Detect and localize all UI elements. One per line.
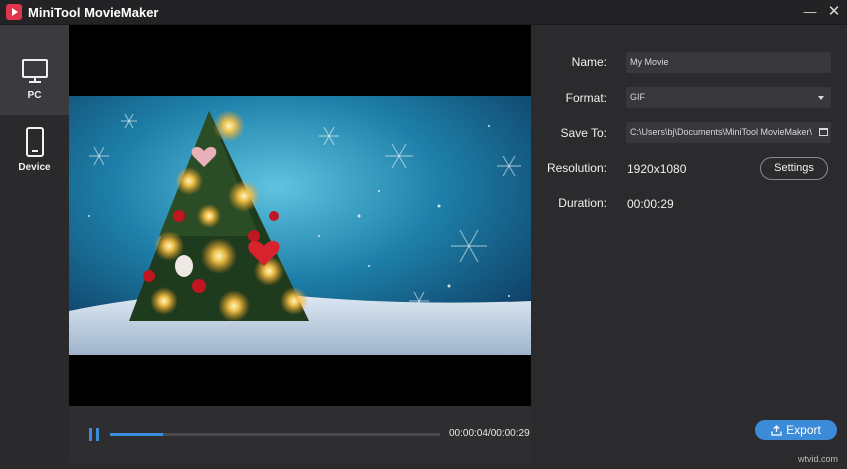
chevron-down-icon [818,96,824,100]
sidebar-item-device[interactable]: Device [0,115,69,205]
export-button-label: Export [786,423,821,437]
video-frame [69,96,531,355]
close-button[interactable]: ✕ [825,3,843,21]
resolution-label: Resolution: [546,161,607,175]
progress-slider[interactable] [110,433,440,436]
phone-icon [25,127,44,157]
export-button[interactable]: Export [755,420,837,440]
christmas-tree-image [69,96,531,355]
format-dropdown-value: GIF [630,92,645,102]
duration-value: 00:00:29 [627,197,674,211]
app-logo-icon [6,4,22,20]
minimize-button[interactable]: — [801,3,819,21]
duration-label: Duration: [558,196,607,210]
app-title: MiniTool MovieMaker [28,5,159,20]
pause-bar [89,428,92,441]
sidebar: PC Device [0,25,69,469]
name-input[interactable]: My Movie [626,52,831,73]
pause-bar [96,428,99,441]
save-to-path: C:\Users\bj\Documents\MiniTool MovieMake… [630,127,813,137]
save-to-field[interactable]: C:\Users\bj\Documents\MiniTool MovieMake… [626,122,831,143]
format-dropdown[interactable]: GIF [626,87,831,108]
watermark: wtvid.com [798,454,839,464]
video-preview[interactable] [69,25,531,406]
upload-icon [771,425,782,436]
export-settings-panel: Name: My Movie Format: GIF Save To: C:\U… [531,25,847,469]
name-input-value: My Movie [630,57,669,67]
settings-button[interactable]: Settings [760,157,828,180]
monitor-icon [21,59,48,83]
format-label: Format: [565,91,607,105]
title-bar: MiniTool MovieMaker — ✕ [0,0,847,25]
pause-button[interactable] [89,428,101,441]
name-label: Name: [571,55,607,69]
sidebar-item-label: PC [27,90,42,101]
sidebar-item-label: Device [18,162,51,173]
folder-icon[interactable] [819,128,828,136]
resolution-value: 1920x1080 [627,162,687,176]
playback-controls: 00:00:04/00:00:29 [69,406,531,463]
timecode: 00:00:04/00:00:29 [449,428,530,439]
sidebar-item-pc[interactable]: PC [0,25,69,115]
save-to-label: Save To: [560,126,607,140]
progress-fill [110,433,163,436]
